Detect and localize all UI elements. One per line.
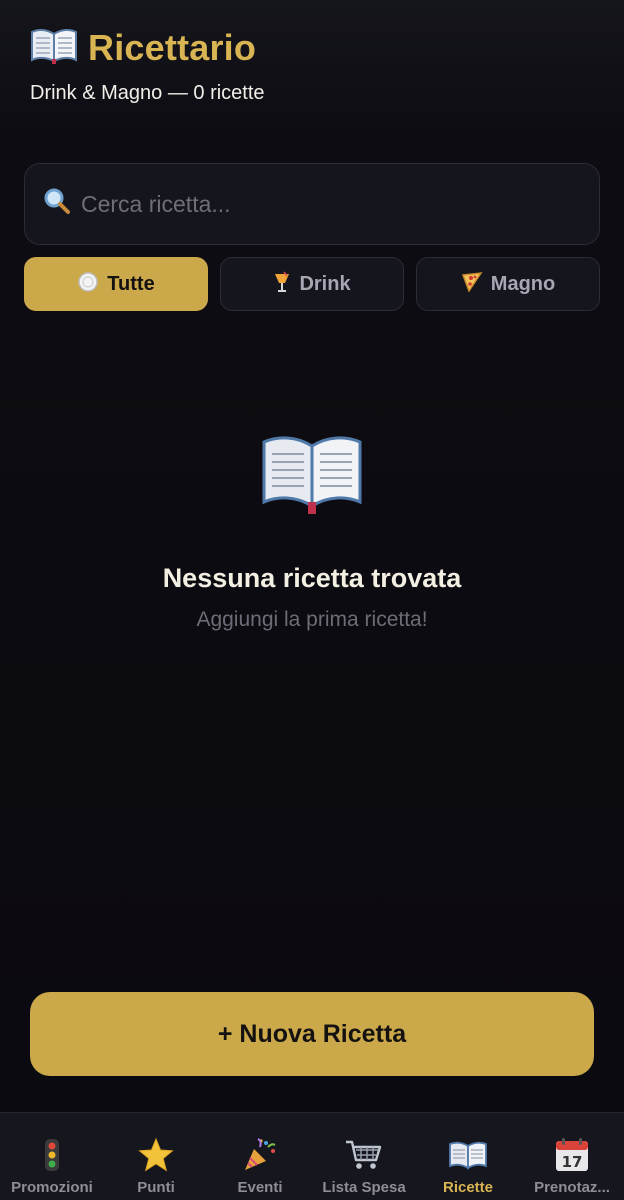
tab-punti[interactable]: Punti [104,1113,208,1200]
tab-eventi[interactable]: Eventi [208,1113,312,1200]
magnifier-icon [43,187,79,222]
plate-icon [77,271,99,298]
tab-promozioni[interactable]: Promozioni [0,1113,104,1200]
party-popper-icon [240,1135,280,1175]
tab-label: Prenotaz... [534,1179,610,1196]
page-title: Ricettario [88,27,257,68]
empty-state-subtitle: Aggiungi la prima ricetta! [196,608,428,631]
tab-prenotazioni[interactable]: 17 Prenotaz... [520,1113,624,1200]
tab-lista-spesa[interactable]: Lista Spesa [312,1113,416,1200]
page-subtitle: Drink & Magno — 0 ricette [30,82,265,104]
shopping-cart-icon [344,1135,384,1175]
cocktail-icon [273,271,291,298]
new-recipe-button[interactable]: + Nuova Ricetta [30,992,594,1076]
tab-ricette[interactable]: Ricette [416,1113,520,1200]
tab-label: Promozioni [11,1179,93,1196]
open-book-icon [30,26,78,70]
traffic-light-icon [32,1135,72,1175]
recipes-screen: Ricettario Drink & Magno — 0 ricette Tut… [0,0,624,1200]
open-book-icon [260,430,364,514]
search-box[interactable] [24,163,600,245]
tab-label: Eventi [237,1179,283,1196]
search-input[interactable] [81,190,599,218]
filter-tutte[interactable]: Tutte [24,257,208,311]
filter-label: Magno [490,272,556,295]
star-icon [136,1135,176,1175]
filter-label: Drink [299,272,351,295]
svg-text:17: 17 [562,1153,583,1171]
header: Ricettario Drink & Magno — 0 ricette [30,26,265,105]
tab-label: Ricette [442,1179,494,1196]
category-filters: Tutte Drink Magno [24,257,600,311]
calendar-icon: 17 [552,1135,592,1175]
tab-label: Punti [137,1179,175,1196]
tab-label: Lista Spesa [322,1179,406,1196]
title-row: Ricettario [30,26,265,70]
bottom-tab-bar: Promozioni Punti Eventi Lista Spesa Rice… [0,1112,624,1200]
empty-state-title: Nessuna ricetta trovata [162,563,462,593]
open-book-icon [448,1135,488,1175]
pizza-icon [461,271,483,298]
empty-state: Nessuna ricetta trovata Aggiungi la prim… [0,430,624,632]
filter-label: Tutte [107,272,155,295]
filter-drink[interactable]: Drink [220,257,404,311]
filter-magno[interactable]: Magno [416,257,600,311]
